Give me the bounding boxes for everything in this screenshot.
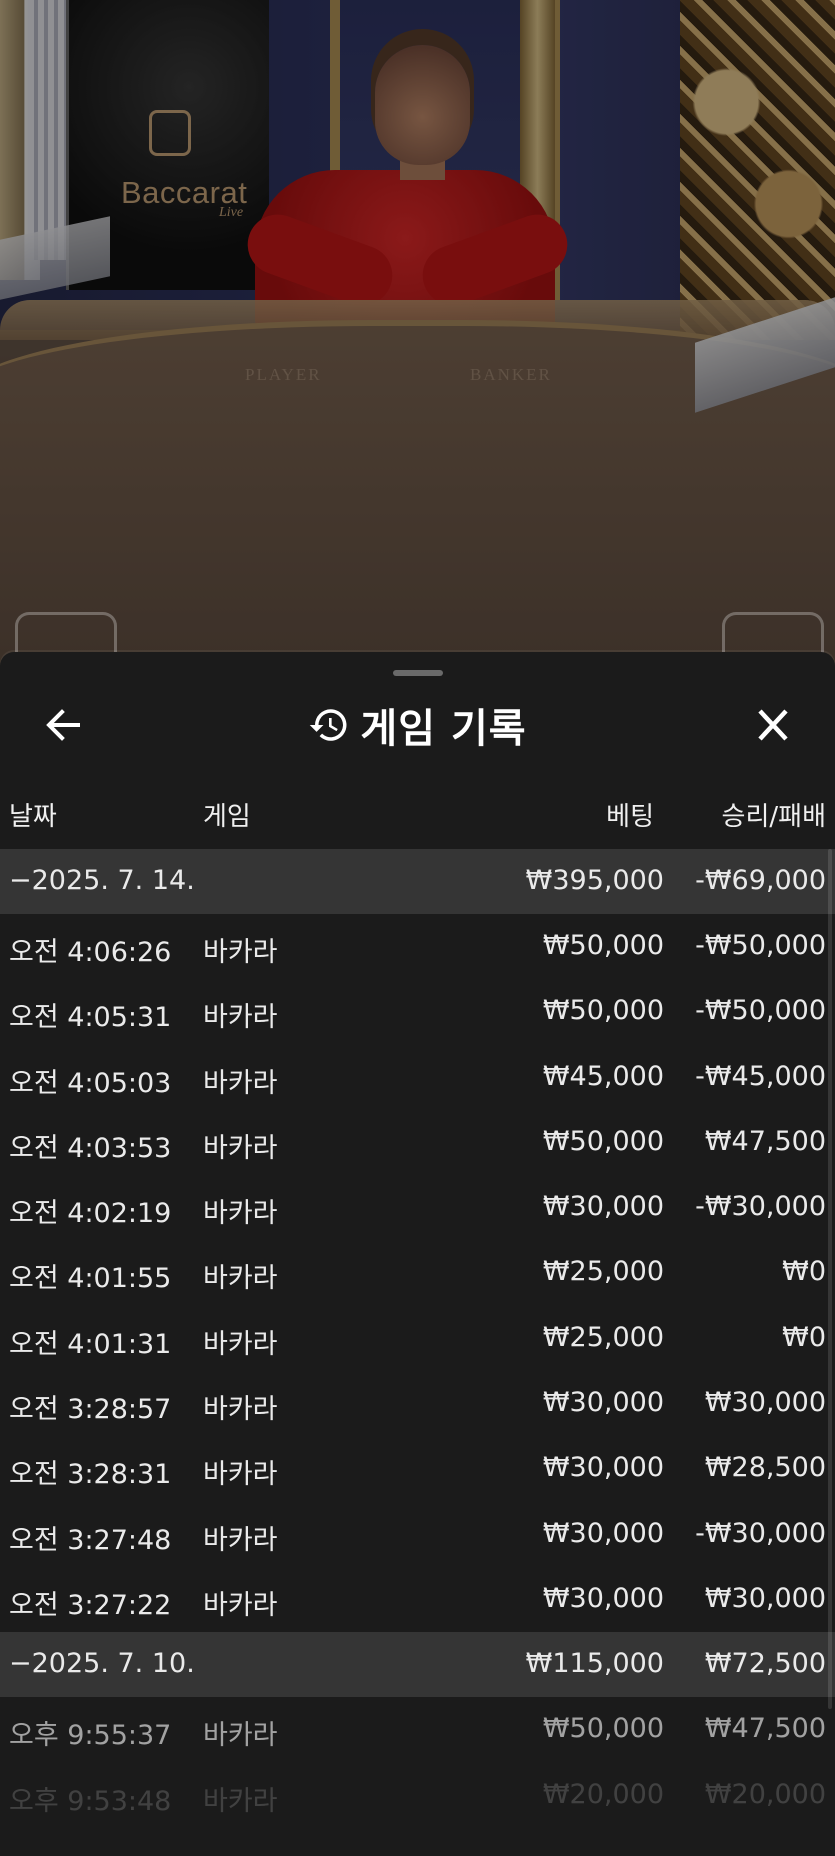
date-group-header[interactable]: −2025. 7. 14. ₩395,000 -₩69,000: [0, 849, 835, 914]
row-game: 바카라: [203, 1589, 278, 1621]
row-result: ₩47,500: [704, 1125, 826, 1157]
table-row[interactable]: 오전 3:28:31 바카라 ₩30,000 ₩28,500: [0, 1436, 835, 1501]
row-game: 바카라: [203, 937, 278, 968]
table-row[interactable]: 오후 9:53:48 바카라 ₩20,000 ₩20,000: [0, 1763, 835, 1828]
row-bet: ₩20,000: [542, 1778, 664, 1810]
table-row[interactable]: 오전 4:01:55 바카라 ₩25,000 ₩0: [0, 1240, 835, 1305]
game-history-sheet: 게임 기록 날짜 게임 베팅 승리/패배 −2025. 7. 14. ₩395,…: [0, 652, 835, 1856]
row-time: 오전 3:27:22: [9, 1589, 172, 1621]
row-result: -₩50,000: [695, 995, 826, 1027]
row-time: 오후 9:55:37: [9, 1720, 172, 1752]
table-row[interactable]: 오전 4:01:31 바카라 ₩25,000 ₩0: [0, 1306, 835, 1371]
close-button[interactable]: [748, 702, 798, 748]
row-game: 바카라: [203, 1459, 278, 1491]
row-result: -₩30,000: [695, 1517, 826, 1549]
column-header-bet: 베팅: [606, 802, 654, 832]
row-bet: ₩30,000: [542, 1387, 664, 1419]
sheet-header: 게임 기록: [0, 692, 835, 758]
column-header-date: 날짜: [9, 802, 57, 832]
row-bet: ₩45,000: [542, 1060, 664, 1092]
table-row[interactable]: 오전 4:02:19 바카라 ₩30,000 -₩30,000: [0, 1175, 835, 1240]
row-result: ₩30,000: [704, 1582, 826, 1614]
row-result: ₩30,000: [704, 1387, 826, 1419]
table-row[interactable]: 오후 9:55:37 바카라 ₩50,000 ₩47,500: [0, 1697, 835, 1762]
row-game: 바카라: [203, 1524, 278, 1556]
table-row[interactable]: 오전 4:06:26 바카라 ₩50,000 -₩50,000: [0, 914, 835, 979]
row-time: 오전 3:28:31: [9, 1459, 172, 1491]
row-bet: ₩25,000: [542, 1256, 664, 1288]
row-game: 바카라: [203, 1263, 278, 1295]
row-time: 오전 4:05:03: [9, 1067, 172, 1099]
row-result: ₩20,000: [704, 1778, 826, 1810]
video-overlay: [0, 0, 835, 700]
row-game: 바카라: [203, 1198, 278, 1230]
date-group-header[interactable]: −2025. 7. 10. ₩115,000 ₩72,500: [0, 1632, 835, 1698]
column-header-game: 게임: [203, 802, 251, 832]
row-bet: ₩50,000: [542, 1125, 664, 1157]
table-row[interactable]: 오전 3:27:22 바카라 ₩30,000 ₩30,000: [0, 1567, 835, 1632]
row-time: 오전 4:05:31: [9, 1002, 172, 1034]
live-video-feed: Baccarat Live PLAYER BANKER: [0, 0, 835, 700]
row-time: 오전 3:28:57: [9, 1394, 172, 1426]
row-result: -₩50,000: [695, 930, 826, 961]
group-result-total: -₩69,000: [695, 865, 826, 896]
group-bet-total: ₩115,000: [525, 1648, 664, 1680]
table-row[interactable]: 오전 3:28:57 바카라 ₩30,000 ₩30,000: [0, 1371, 835, 1436]
table-row[interactable]: 오전 3:27:48 바카라 ₩30,000 -₩30,000: [0, 1502, 835, 1567]
row-bet: ₩50,000: [542, 1713, 664, 1745]
row-time: 오전 4:02:19: [9, 1198, 172, 1230]
group-bet-total: ₩395,000: [525, 865, 664, 896]
row-bet: ₩50,000: [542, 995, 664, 1027]
list-scrollbar[interactable]: [828, 849, 832, 1709]
sheet-drag-handle[interactable]: [393, 670, 443, 676]
row-bet: ₩30,000: [542, 1517, 664, 1549]
row-game: 바카라: [203, 1002, 278, 1034]
row-bet: ₩50,000: [542, 930, 664, 961]
back-button[interactable]: [38, 702, 88, 748]
row-time: 오전 4:06:26: [9, 937, 172, 968]
row-game: 바카라: [203, 1394, 278, 1426]
row-result: ₩0: [782, 1321, 826, 1353]
row-bet: ₩30,000: [542, 1191, 664, 1223]
row-bet: ₩30,000: [542, 1452, 664, 1484]
column-header-result: 승리/패배: [721, 802, 826, 832]
row-time: 오전 4:03:53: [9, 1132, 172, 1164]
row-result: -₩30,000: [695, 1191, 826, 1223]
row-bet: ₩25,000: [542, 1321, 664, 1353]
group-result-total: ₩72,500: [704, 1648, 826, 1680]
row-result: ₩0: [782, 1256, 826, 1288]
row-time: 오전 4:01:31: [9, 1328, 172, 1360]
row-result: -₩45,000: [695, 1060, 826, 1092]
table-row[interactable]: 오전 4:03:53 바카라 ₩50,000 ₩47,500: [0, 1110, 835, 1175]
group-date: −2025. 7. 10.: [9, 1648, 195, 1680]
row-time: 오전 4:01:55: [9, 1263, 172, 1295]
sheet-title-group: 게임 기록: [0, 692, 835, 758]
arrow-left-icon: [46, 709, 80, 741]
history-icon: [310, 709, 347, 741]
row-game: 바카라: [203, 1785, 278, 1817]
group-date: −2025. 7. 14.: [9, 865, 195, 896]
row-time: 오후 9:53:48: [9, 1785, 172, 1817]
close-icon: [758, 709, 788, 741]
table-row[interactable]: 오전 4:05:03 바카라 ₩45,000 -₩45,000: [0, 1045, 835, 1110]
row-result: ₩47,500: [704, 1713, 826, 1745]
row-game: 바카라: [203, 1328, 278, 1360]
row-bet: ₩30,000: [542, 1582, 664, 1614]
row-game: 바카라: [203, 1132, 278, 1164]
table-row[interactable]: 오전 4:05:31 바카라 ₩50,000 -₩50,000: [0, 979, 835, 1044]
sheet-title: 게임 기록: [360, 706, 527, 752]
history-list[interactable]: −2025. 7. 14. ₩395,000 -₩69,000 오전 4:06:…: [0, 849, 835, 1828]
row-result: ₩28,500: [704, 1452, 826, 1484]
row-time: 오전 3:27:48: [9, 1524, 172, 1556]
row-game: 바카라: [203, 1720, 278, 1752]
row-game: 바카라: [203, 1067, 278, 1099]
table-header: 날짜 게임 베팅 승리/패배: [0, 790, 835, 836]
